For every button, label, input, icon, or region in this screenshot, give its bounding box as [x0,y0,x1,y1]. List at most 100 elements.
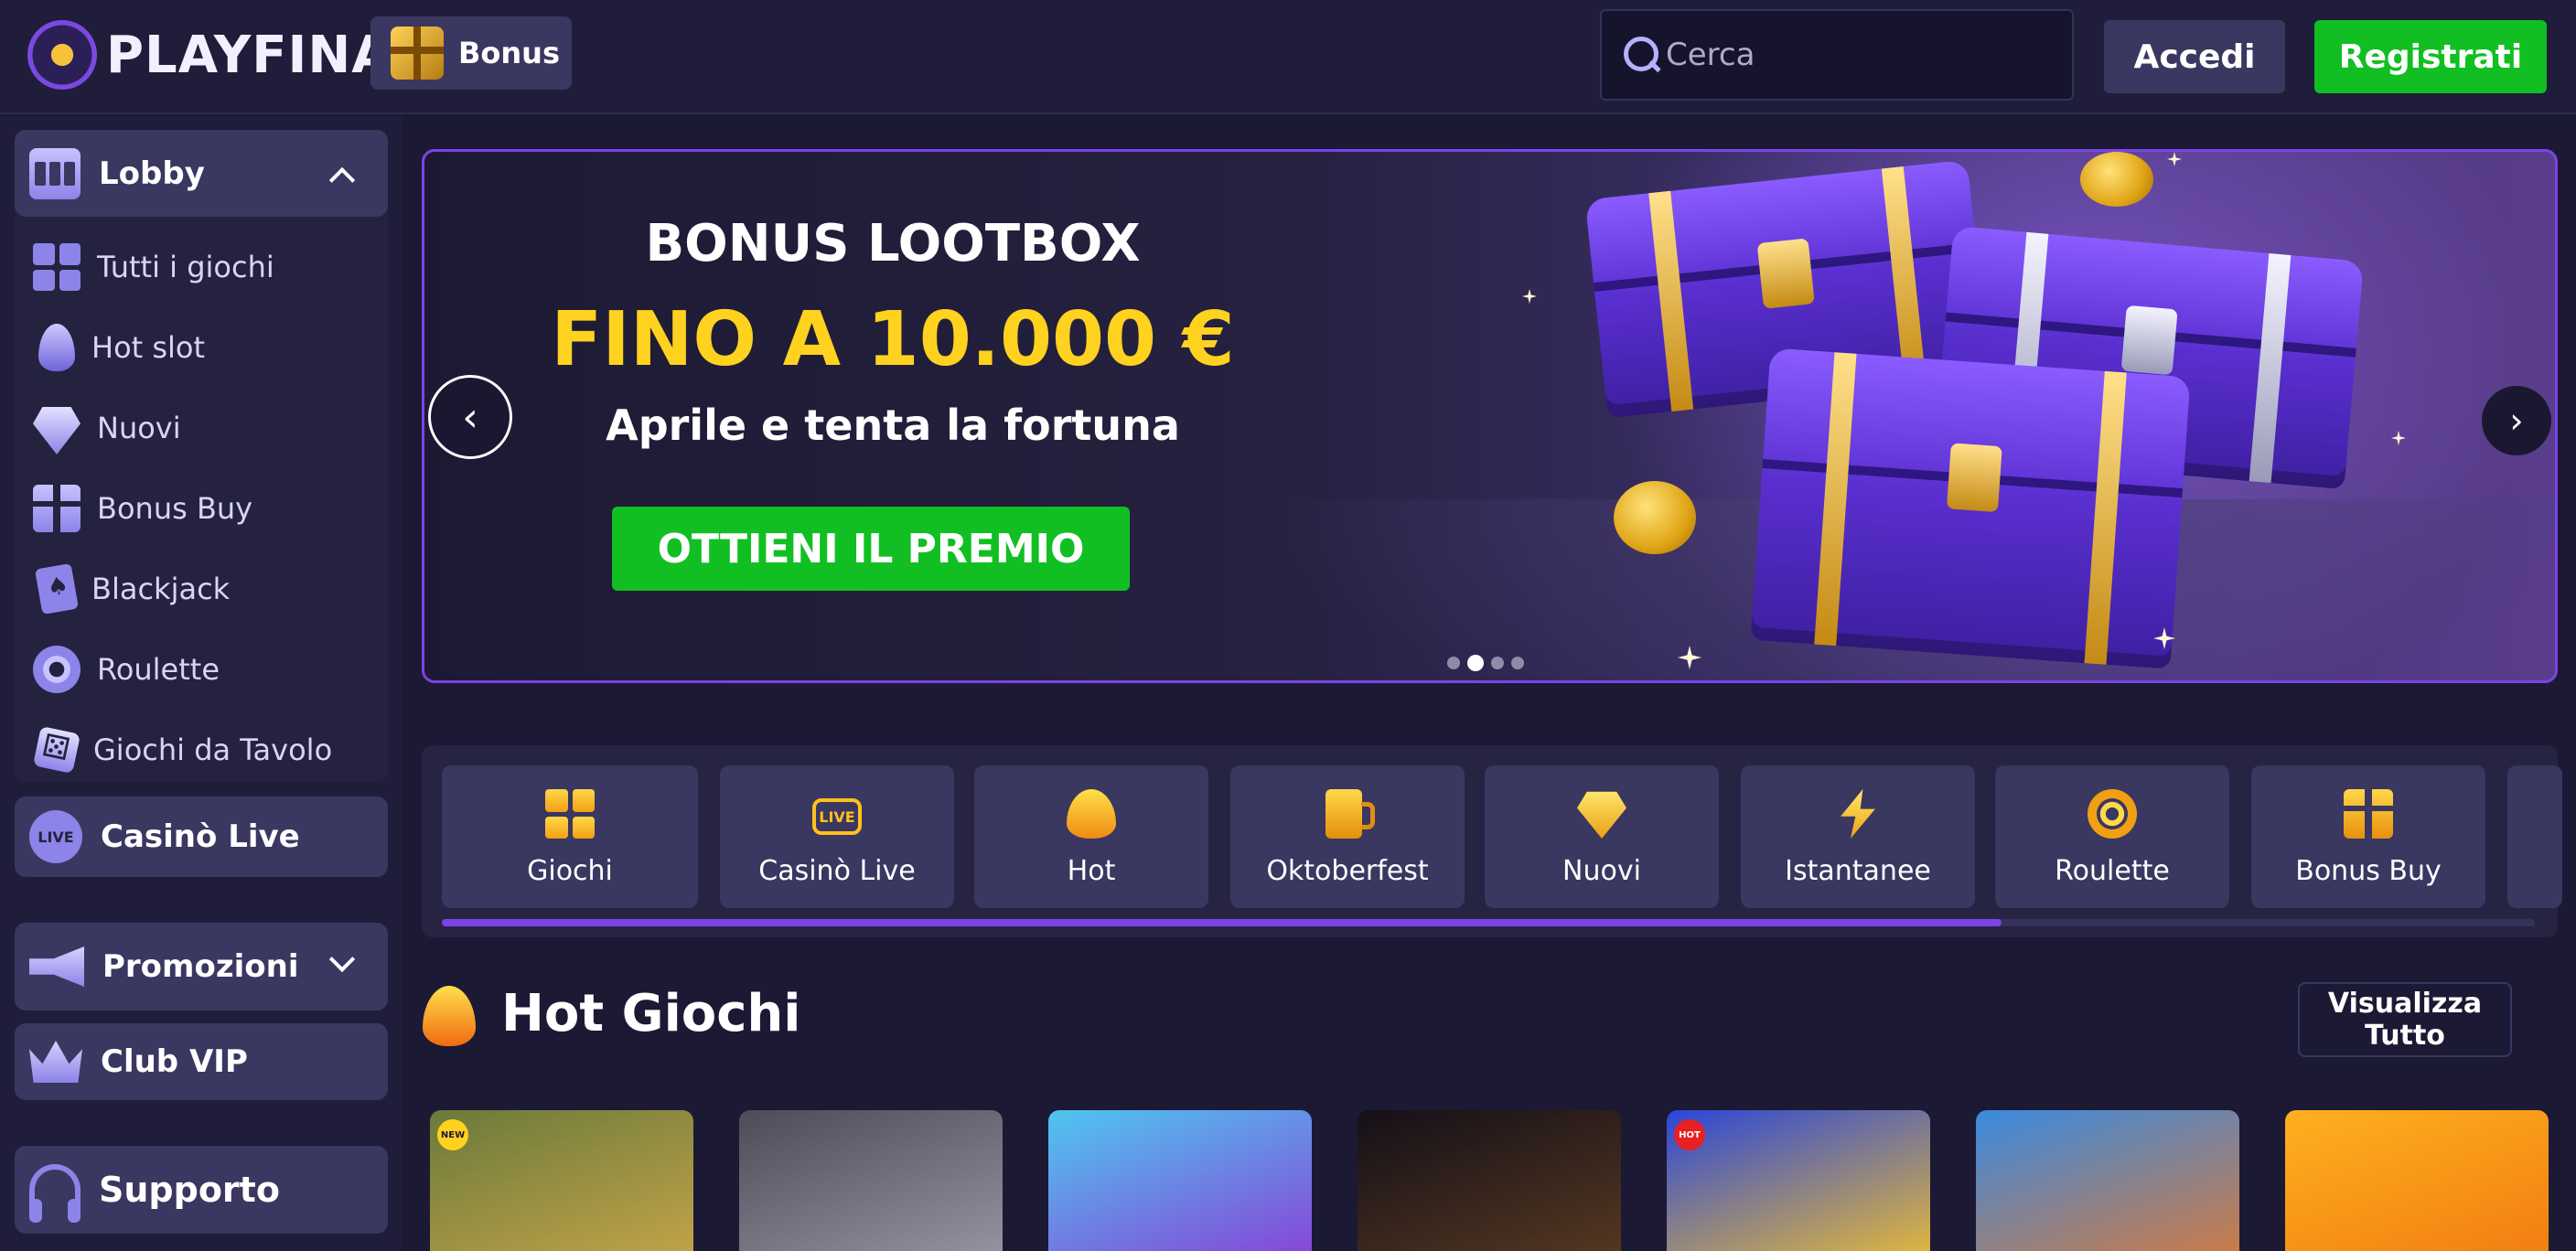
brand-name: PLAYFINA [106,25,392,85]
diamond-icon [33,407,80,454]
claim-prize-button[interactable]: OTTIENI IL PREMIO [612,507,1130,591]
sidebar-item-hot-slot[interactable]: Hot slot [33,320,381,375]
vip-label: Club VIP [101,1043,248,1080]
slot-machine-icon [29,147,80,199]
hot-badge: HOT [1674,1119,1705,1150]
megaphone-icon [29,946,84,987]
category-label: Giochi [527,855,613,887]
flame-icon [38,324,75,371]
register-button[interactable]: Registrati [2314,20,2547,93]
search-icon [1624,37,1660,73]
sidebar-item-label: Bonus Buy [97,491,253,526]
sidebar-item-tutti-i-giochi[interactable]: Tutti i giochi [33,240,381,294]
sidebar-item-label: Giochi da Tavolo [93,732,333,767]
promotions-label: Promozioni [102,948,299,985]
gold-coin-image [1614,481,1696,554]
roulette-icon [33,646,80,693]
game-thumbnail[interactable]: HOT [1667,1110,1930,1251]
sidebar: Lobby Tutti i giochi Hot slot Nuovi Bonus B… [0,116,402,1251]
category-tile-giochi[interactable]: Giochi [442,765,698,908]
category-label: Casinò Live [758,855,916,887]
chevron-down-icon [328,946,356,973]
search-input[interactable] [1666,37,2050,73]
banner-title: BONUS LOOTBOX [645,214,1141,273]
category-label: Bonus Buy [2295,855,2442,887]
carousel-prev-button[interactable]: ‹ [428,375,512,459]
category-label: Hot [1067,855,1116,887]
category-label: Roulette [2055,855,2170,887]
bonus-button[interactable]: Bonus [370,16,572,90]
category-tile-oktoberfest[interactable]: Oktoberfest [1230,765,1465,908]
view-all-button[interactable]: Visualizza Tutto [2298,982,2512,1057]
lobby-section: Lobby Tutti i giochi Hot slot Nuovi Bonus B… [15,130,388,782]
gift-icon [391,27,444,80]
lobby-toggle[interactable]: Lobby [15,130,388,217]
purple-chest-image [1750,348,2191,669]
carousel-dot[interactable] [1447,657,1460,669]
sidebar-item-roulette[interactable]: Roulette [33,642,381,697]
sidebar-item-label: Nuovi [97,411,181,445]
logo-dice-icon [27,20,97,90]
sidebar-item-nuovi[interactable]: Nuovi [33,401,381,455]
gift-icon [2344,789,2393,839]
category-tile-hot[interactable]: Hot [974,765,1208,908]
carousel-dots [1447,655,1524,671]
carousel-next-button[interactable]: › [2482,386,2551,455]
chevron-up-icon [328,166,356,194]
category-tile-casinò-live[interactable]: LIVE Casinò Live [720,765,954,908]
grid-icon [33,243,80,291]
sidebar-item-label: Blackjack [91,572,231,606]
banner-amount: FINO A 10.000 € [551,296,1235,383]
beer-icon [1326,789,1375,839]
category-tile-partial[interactable] [2507,765,2562,908]
category-strip: Giochi LIVE Casinò Live Hot Oktoberfest Nuovi… [422,745,2562,937]
banner-subtitle: Aprile e tenta la fortuna [606,401,1180,450]
cards-icon [34,562,80,615]
brand-logo[interactable]: PLAYFINA [27,20,392,90]
live-icon: LIVE [29,810,82,863]
category-tile-bonus-buy[interactable]: Bonus Buy [2251,765,2485,908]
carousel-dot[interactable] [1511,657,1524,669]
game-thumbnail[interactable] [1048,1110,1312,1251]
game-thumbnail[interactable] [1358,1110,1621,1251]
login-button[interactable]: Accedi [2104,20,2285,93]
game-thumbnail[interactable] [739,1110,1003,1251]
diamond-icon [1577,791,1626,839]
sidebar-item-bonus-buy[interactable]: Bonus Buy [33,481,381,536]
support-label: Supporto [99,1170,280,1210]
search-box[interactable] [1600,9,2074,101]
sidebar-item-live-casino[interactable]: LIVE Casinò Live [15,797,388,877]
sidebar-item-promotions[interactable]: Promozioni [15,923,388,1010]
promo-banner[interactable]: BONUS LOOTBOX FINO A 10.000 € Aprile e t… [422,149,2558,683]
gold-coin-image [2080,152,2153,207]
sidebar-item-label: Tutti i giochi [97,250,274,284]
category-label: Nuovi [1562,855,1641,887]
sidebar-item-giochi-da-tavolo[interactable]: Giochi da Tavolo [32,722,381,777]
game-thumbnail[interactable]: NEW [430,1110,693,1251]
sidebar-item-support[interactable]: Supporto [15,1146,388,1234]
category-label: Oktoberfest [1266,855,1429,887]
category-tile-roulette[interactable]: Roulette [1995,765,2229,908]
crown-icon [29,1041,82,1083]
carousel-dot[interactable] [1491,657,1504,669]
category-label: Istantanee [1785,855,1931,887]
category-tile-istantanee[interactable]: Istantanee [1741,765,1975,908]
game-thumbnail[interactable] [2285,1110,2549,1251]
hot-games-title: Hot Giochi [501,984,801,1043]
sparkle [1522,289,1537,304]
sidebar-item-label: Roulette [97,652,220,687]
dice-icon [32,725,81,775]
carousel-dot[interactable] [1467,655,1484,671]
sidebar-item-blackjack[interactable]: Blackjack [33,561,381,616]
lobby-label: Lobby [99,155,205,192]
grid-icon [545,789,595,839]
category-tile-nuovi[interactable]: Nuovi [1485,765,1719,908]
bolt-icon [1841,789,1875,839]
live-icon: LIVE [812,798,862,835]
category-scrollbar-thumb[interactable] [442,919,2002,926]
category-scrollbar[interactable] [442,919,2535,926]
game-thumbnail[interactable] [1976,1110,2239,1251]
sidebar-item-vip[interactable]: Club VIP [15,1023,388,1100]
gift-icon [33,485,80,532]
headset-icon [29,1164,80,1223]
